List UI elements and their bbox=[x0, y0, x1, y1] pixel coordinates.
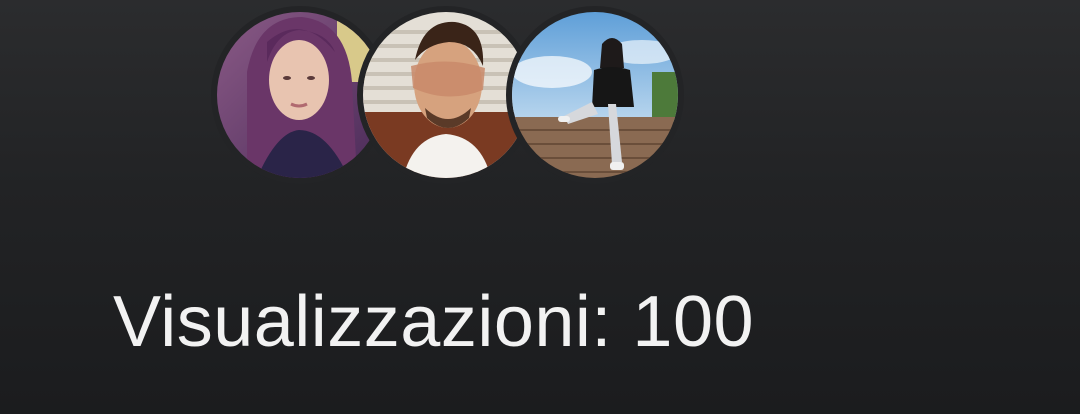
viewer-avatars[interactable] bbox=[0, 0, 1080, 200]
avatar-photo bbox=[512, 12, 678, 178]
viewer-avatar[interactable] bbox=[506, 6, 684, 184]
views-count: Visualizzazioni: 100 bbox=[113, 282, 755, 362]
avatar-photo bbox=[363, 12, 529, 178]
